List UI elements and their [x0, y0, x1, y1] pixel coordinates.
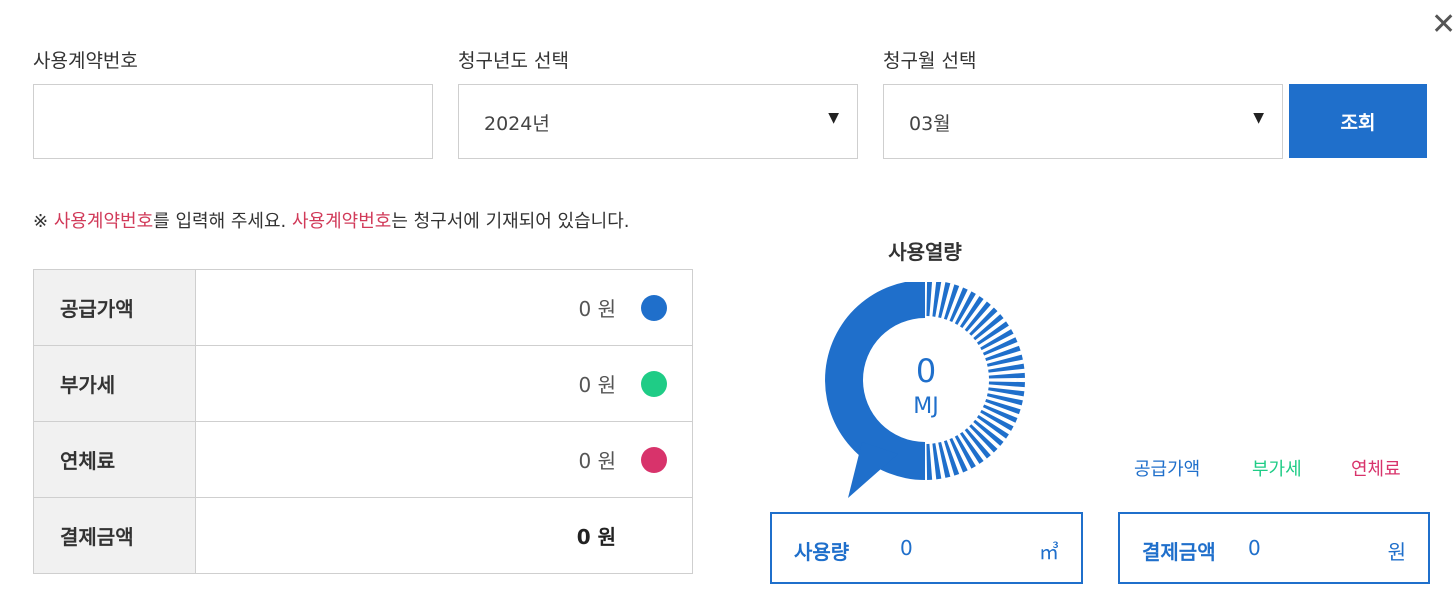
- gauge-tick: [926, 282, 933, 317]
- billing-year-select[interactable]: 2024년 ▼: [458, 84, 858, 159]
- gauge-unit: MJ: [913, 394, 939, 419]
- supply-amount-cell: 0 원: [195, 269, 693, 346]
- payment-value: 0: [1248, 536, 1261, 560]
- fee-table: 공급가액 0 원 부가세 0 원 연체료 0 원 결제금액 0 원: [33, 269, 693, 574]
- payment-amount-cell: 0 원: [195, 497, 693, 574]
- gauge-tick: [988, 372, 1025, 379]
- late-fee-label: 연체료: [33, 421, 196, 498]
- usage-unit: ㎥: [1039, 540, 1059, 564]
- notice-text: ※ 사용계약번호를 입력해 주세요. 사용계약번호는 청구서에 기재되어 있습니…: [33, 207, 630, 233]
- usage-gauge: [825, 282, 1025, 498]
- notice-highlight: 사용계약번호: [53, 211, 154, 232]
- gauge-tick: [988, 381, 1025, 388]
- vat-label: 부가세: [33, 345, 196, 422]
- supply-amount-value: 0 원: [578, 297, 616, 321]
- table-row: 결제금액 0 원: [33, 497, 693, 574]
- usage-value: 0: [900, 536, 913, 560]
- billing-year-label: 청구년도 선택: [458, 50, 569, 72]
- usage-label: 사용량: [794, 540, 850, 564]
- billing-month-value: 03월: [909, 113, 951, 135]
- supply-amount-dot: [641, 294, 667, 321]
- payment-unit: 원: [1387, 540, 1406, 564]
- late-fee-cell: 0 원: [195, 421, 693, 498]
- contract-number-input[interactable]: [34, 85, 432, 158]
- caret-down-icon: ▼: [828, 110, 839, 126]
- table-row: 부가세 0 원: [33, 345, 693, 422]
- search-button[interactable]: 조회: [1289, 84, 1427, 158]
- contract-number-field: [33, 84, 433, 159]
- supply-amount-label: 공급가액: [33, 269, 196, 346]
- notice-highlight: 사용계약번호: [291, 211, 392, 232]
- late-fee-value: 0 원: [578, 449, 616, 473]
- close-icon[interactable]: ✕: [1431, 10, 1453, 40]
- billing-month-label: 청구월 선택: [883, 50, 977, 72]
- caret-down-icon: ▼: [1253, 110, 1264, 126]
- legend-supply: 공급가액: [1134, 459, 1201, 480]
- vat-value: 0 원: [578, 373, 616, 397]
- payment-amount-label: 결제금액: [33, 497, 196, 574]
- table-row: 연체료 0 원: [33, 421, 693, 498]
- notice-middle: 를 입력해 주세요.: [153, 211, 292, 232]
- billing-month-select[interactable]: 03월 ▼: [883, 84, 1283, 159]
- late-fee-dot: [641, 446, 667, 473]
- notice-prefix: ※: [33, 211, 54, 232]
- gauge-tick: [926, 443, 933, 480]
- vat-dot: [641, 370, 667, 397]
- vat-cell: 0 원: [195, 345, 693, 422]
- billing-year-value: 2024년: [484, 113, 550, 135]
- gauge-title: 사용열량: [888, 240, 962, 264]
- legend-late-fee: 연체료: [1351, 459, 1401, 480]
- notice-suffix: 는 청구서에 기재되어 있습니다.: [391, 211, 630, 232]
- table-row: 공급가액 0 원: [33, 269, 693, 346]
- legend-vat: 부가세: [1252, 459, 1302, 480]
- payment-box: 결제금액 0 원: [1118, 512, 1430, 584]
- contract-number-label: 사용계약번호: [33, 50, 138, 72]
- gauge-value: 0: [915, 352, 937, 390]
- payment-amount-value: 0 원: [576, 525, 616, 549]
- payment-label: 결제금액: [1142, 540, 1216, 564]
- usage-box: 사용량 0 ㎥: [770, 512, 1083, 584]
